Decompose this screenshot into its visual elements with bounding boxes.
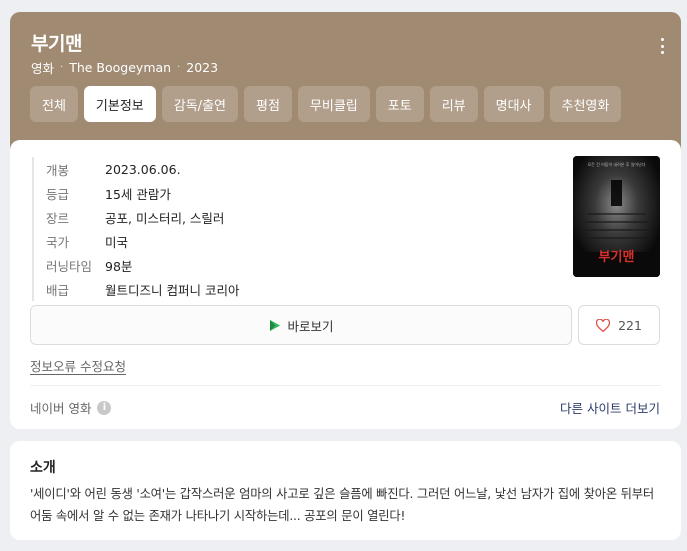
source-label: 네이버 영화 i	[30, 398, 112, 417]
info-key: 배급	[46, 282, 70, 298]
info-row-runtime: 러닝타임 98분	[46, 253, 239, 277]
info-row-country: 국가 미국	[46, 229, 239, 253]
more-options-icon[interactable]	[659, 38, 665, 54]
like-button[interactable]: 221	[578, 305, 660, 345]
meta-type[interactable]: 영화	[31, 58, 54, 77]
tab-basic-info[interactable]: 기본정보	[83, 86, 156, 122]
info-list: 개봉 2023.06.06. 등급 15세 관람가 장르 공포, 미스터리, 스…	[32, 157, 239, 301]
info-row-release: 개봉 2023.06.06.	[46, 157, 239, 181]
info-icon[interactable]: i	[97, 400, 112, 415]
info-row-rating: 등급 15세 관람가	[46, 181, 239, 205]
movie-title: 부기맨	[31, 33, 82, 55]
tab-rating[interactable]: 평점	[244, 86, 292, 122]
info-value: 공포, 미스터리, 스릴러	[105, 210, 225, 226]
heart-icon	[596, 318, 611, 332]
source-name: 네이버 영화	[30, 401, 92, 416]
info-value: 미국	[105, 234, 129, 250]
tab-movie-clip[interactable]: 무비클립	[297, 86, 370, 122]
tab-all[interactable]: 전체	[30, 86, 78, 122]
info-key: 등급	[46, 186, 70, 202]
tab-cast[interactable]: 감독/출연	[161, 86, 238, 122]
intro-heading: 소개	[30, 460, 56, 476]
info-value: 월트디즈니 컴퍼니 코리아	[105, 282, 240, 298]
intro-text: '세이디'와 어린 동생 '소여'는 갑작스러운 엄마의 사고로 깊은 슬픔에 …	[30, 487, 655, 523]
poster-tagline: 모든 건 어둠이 내려온 후 일어난다	[588, 161, 646, 167]
play-icon	[270, 319, 281, 331]
tab-photo[interactable]: 포토	[375, 86, 424, 122]
report-error-link[interactable]: 정보오류 수정요청	[30, 356, 126, 375]
info-value: 15세 관람가	[105, 186, 171, 202]
info-key: 국가	[46, 234, 70, 250]
like-count: 221	[618, 317, 642, 333]
basic-info-card: 개봉 2023.06.06. 등급 15세 관람가 장르 공포, 미스터리, 스…	[10, 140, 681, 429]
info-value: 98분	[105, 258, 133, 274]
meta-year: 2023	[186, 60, 219, 75]
poster-image: 모든 건 어둠이 내려온 후 일어난다 부기맨	[573, 156, 660, 277]
poster-title: 부기맨	[599, 249, 635, 265]
tab-recommended[interactable]: 추천영화	[549, 86, 622, 122]
watch-now-button[interactable]: 바로보기	[30, 305, 572, 345]
meta-separator: ·	[60, 62, 64, 73]
movie-poster[interactable]: 모든 건 어둠이 내려온 후 일어난다 부기맨	[573, 156, 660, 277]
info-row-genre: 장르 공포, 미스터리, 스릴러	[46, 205, 239, 229]
info-key: 장르	[46, 210, 70, 226]
other-sites-link[interactable]: 다른 사이트 더보기	[560, 398, 660, 417]
divider	[30, 385, 661, 386]
tab-quotes[interactable]: 명대사	[483, 86, 544, 122]
tab-review[interactable]: 리뷰	[429, 86, 478, 122]
intro-card: 소개 '세이디'와 어린 동생 '소여'는 갑작스러운 엄마의 사고로 깊은 슬…	[10, 441, 681, 540]
meta-separator: ·	[177, 62, 181, 73]
info-value: 2023.06.06.	[105, 161, 181, 177]
info-row-distributor: 배급 월트디즈니 컴퍼니 코리아	[46, 277, 239, 301]
info-key: 러닝타임	[46, 258, 93, 274]
watch-now-label: 바로보기	[287, 318, 334, 334]
meta-original-title: The Boogeyman	[69, 60, 172, 75]
tab-bar: 전체 기본정보 감독/출연 평점 무비클립 포토 리뷰 명대사 추천영화	[30, 86, 622, 122]
info-key: 개봉	[46, 162, 70, 178]
movie-meta: 영화 · The Boogeyman · 2023	[31, 58, 218, 77]
